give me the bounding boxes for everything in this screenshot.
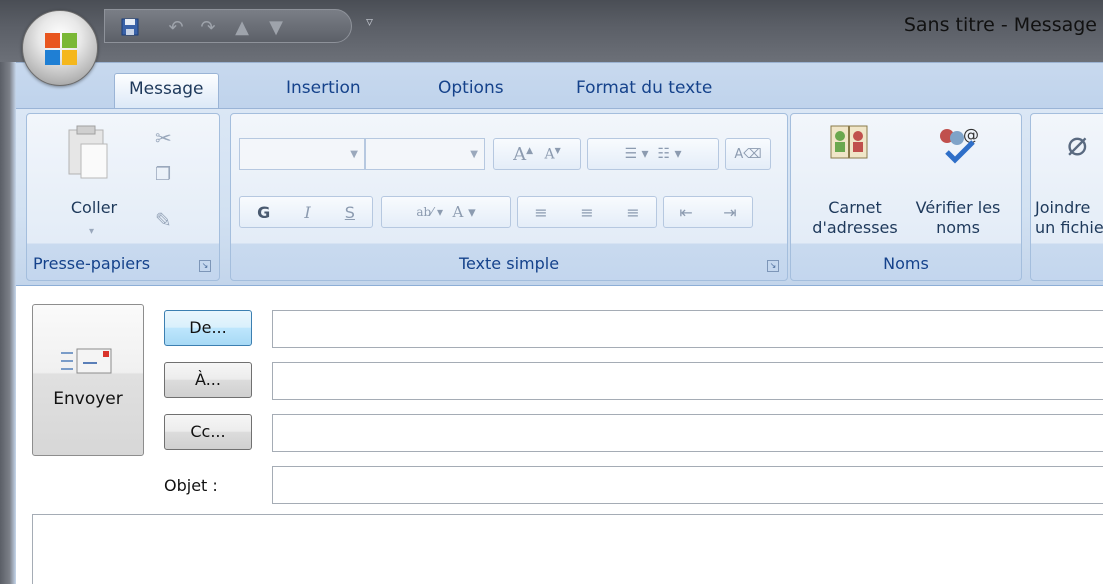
font-name-combo[interactable]: ▼ xyxy=(239,138,365,170)
color-buttons: ab⁄ ▾ A ▾ xyxy=(381,196,511,228)
check-names-button[interactable]: @ Vérifier les noms xyxy=(907,122,1009,242)
tab-options[interactable]: Options xyxy=(424,73,518,109)
cc-field[interactable] xyxy=(272,414,1103,452)
group-label-names: Noms xyxy=(883,254,929,273)
underline-button[interactable]: S xyxy=(345,203,355,222)
customize-icon[interactable]: ▿ xyxy=(366,14,373,30)
attach-file-label-2: un fichier xyxy=(1035,218,1103,237)
basic-text-launcher-icon[interactable]: ↘ xyxy=(767,260,779,272)
subject-label: Objet : xyxy=(164,476,218,495)
format-painter-icon[interactable]: ✎ xyxy=(155,208,172,232)
cc-button[interactable]: Cc... xyxy=(164,414,252,450)
send-button[interactable]: Envoyer xyxy=(32,304,144,456)
to-button[interactable]: À... xyxy=(164,362,252,398)
bis-buttons: G I S xyxy=(239,196,373,228)
copy-icon[interactable]: ❐ xyxy=(155,164,171,185)
font-size-combo[interactable]: ▼ xyxy=(365,138,485,170)
indent-buttons: ⇤ ⇥ xyxy=(663,196,753,228)
address-book-label: Carnet d'adresses xyxy=(812,198,898,237)
align-center-icon[interactable]: ≡ xyxy=(580,203,593,222)
address-book-icon xyxy=(830,125,868,159)
check-names-icon: @ xyxy=(940,125,979,164)
decrease-indent-icon[interactable]: ⇤ xyxy=(679,203,692,222)
group-label-basic-text: Texte simple xyxy=(458,254,560,273)
message-body[interactable] xyxy=(32,514,1103,584)
paste-icon xyxy=(68,125,108,179)
align-left-icon[interactable]: ≡ xyxy=(534,203,547,222)
group-include: ⌀ Joindre un fichier xyxy=(1030,113,1103,281)
paste-label: Coller xyxy=(70,198,118,217)
grow-font-icon[interactable]: A▲ xyxy=(513,144,533,165)
send-label: Envoyer xyxy=(53,389,123,409)
clipboard-launcher-icon[interactable]: ↘ xyxy=(199,260,211,272)
attach-file-label-1: Joindre xyxy=(1035,198,1091,217)
tab-message[interactable]: Message xyxy=(114,73,219,109)
window-title: Sans titre - Message xyxy=(903,14,1097,36)
ribbon-tab-bar: Message Insertion Options Format du text… xyxy=(16,62,1103,109)
from-button[interactable]: De... xyxy=(164,310,252,346)
cut-icon[interactable]: ✂ xyxy=(155,126,172,150)
chevron-down-icon: ▼ xyxy=(350,149,358,160)
group-basic-text: ▼ ▼ A▲ A▼ ☰ ▾ ☷ ▾ A⌫ G I S ab⁄ ▾ A ▾ ≡ ≡… xyxy=(230,113,788,281)
align-right-icon[interactable]: ≡ xyxy=(626,203,639,222)
to-field[interactable] xyxy=(272,362,1103,400)
save-icon[interactable] xyxy=(119,16,141,38)
align-buttons: ≡ ≡ ≡ xyxy=(517,196,657,228)
subject-field[interactable] xyxy=(272,466,1103,504)
attach-file-button[interactable]: ⌀ Joindre un fichier xyxy=(1031,122,1103,242)
check-names-label: Vérifier les noms xyxy=(915,198,1001,237)
paste-dropdown-icon[interactable]: ▾ xyxy=(89,226,94,237)
window-left-border xyxy=(0,62,16,584)
font-color-icon[interactable]: A ▾ xyxy=(453,203,476,221)
send-envelope-icon xyxy=(61,348,112,374)
group-clipboard: Coller ▾ ✂ ❐ ✎ Presse-papiers ↘ xyxy=(26,113,220,281)
quick-access-toolbar: ↶ ↷ ▲ ▼ xyxy=(104,9,352,43)
paste-button[interactable]: Coller ▾ xyxy=(63,122,123,242)
bold-button[interactable]: G xyxy=(257,203,270,222)
bullets-icon[interactable]: ☰ ▾ xyxy=(625,146,649,162)
from-field[interactable] xyxy=(272,310,1103,348)
clear-formatting-icon[interactable]: A⌫ xyxy=(725,138,771,170)
numbering-icon[interactable]: ☷ ▾ xyxy=(657,146,681,162)
tab-format-text[interactable]: Format du texte xyxy=(562,73,726,109)
redo-icon[interactable]: ↷ xyxy=(197,16,219,38)
shrink-font-icon[interactable]: A▼ xyxy=(545,146,561,163)
increase-indent-icon[interactable]: ⇥ xyxy=(723,203,736,222)
ribbon: Coller ▾ ✂ ❐ ✎ Presse-papiers ↘ ▼ ▼ A▲ A… xyxy=(16,108,1103,286)
paperclip-icon: ⌀ xyxy=(1067,124,1088,164)
undo-icon[interactable]: ↶ xyxy=(165,16,187,38)
list-buttons[interactable]: ☰ ▾ ☷ ▾ xyxy=(587,138,719,170)
down-arrow-icon[interactable]: ▼ xyxy=(265,16,287,38)
group-names: Carnet d'adresses @ Vérifier les noms No… xyxy=(790,113,1022,281)
group-label-clipboard: Presse-papiers xyxy=(33,254,151,273)
italic-button[interactable]: I xyxy=(304,203,310,222)
highlight-icon[interactable]: ab⁄ ▾ xyxy=(416,205,443,219)
tab-insertion[interactable]: Insertion xyxy=(272,73,375,109)
address-book-button[interactable]: Carnet d'adresses xyxy=(807,122,903,242)
up-arrow-icon[interactable]: ▲ xyxy=(231,16,253,38)
office-button[interactable] xyxy=(22,10,98,86)
font-grow-shrink-buttons[interactable]: A▲ A▼ xyxy=(493,138,581,170)
title-bar: ↶ ↷ ▲ ▼ ▿ Sans titre - Message xyxy=(0,0,1103,62)
office-logo-icon xyxy=(45,33,77,65)
chevron-down-icon: ▼ xyxy=(470,149,478,160)
